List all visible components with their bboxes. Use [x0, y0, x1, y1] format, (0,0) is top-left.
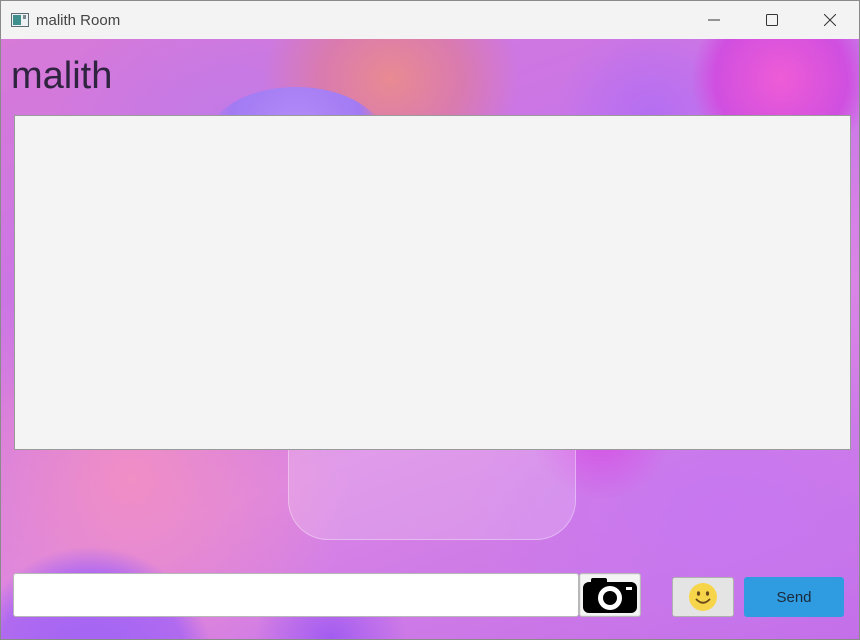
room-name-label: malith: [11, 55, 113, 97]
minimize-icon: [708, 19, 720, 21]
message-input[interactable]: [13, 573, 579, 617]
send-button[interactable]: Send: [744, 577, 844, 617]
chat-messages-area[interactable]: [14, 115, 851, 450]
maximize-icon: [766, 14, 778, 26]
close-button[interactable]: [801, 1, 859, 39]
emoji-button[interactable]: [672, 577, 734, 617]
maximize-button[interactable]: [743, 1, 801, 39]
chat-room-panel: malith Send: [1, 39, 859, 639]
window-title: malith Room: [36, 12, 121, 29]
minimize-button[interactable]: [685, 1, 743, 39]
camera-icon: [581, 575, 639, 615]
app-window: malith Room malith Send: [0, 0, 860, 640]
smiley-face-icon: [689, 583, 717, 611]
close-icon: [824, 14, 836, 26]
title-bar[interactable]: malith Room: [1, 1, 859, 39]
app-window-icon: [11, 13, 29, 27]
send-image-button[interactable]: [579, 573, 641, 617]
